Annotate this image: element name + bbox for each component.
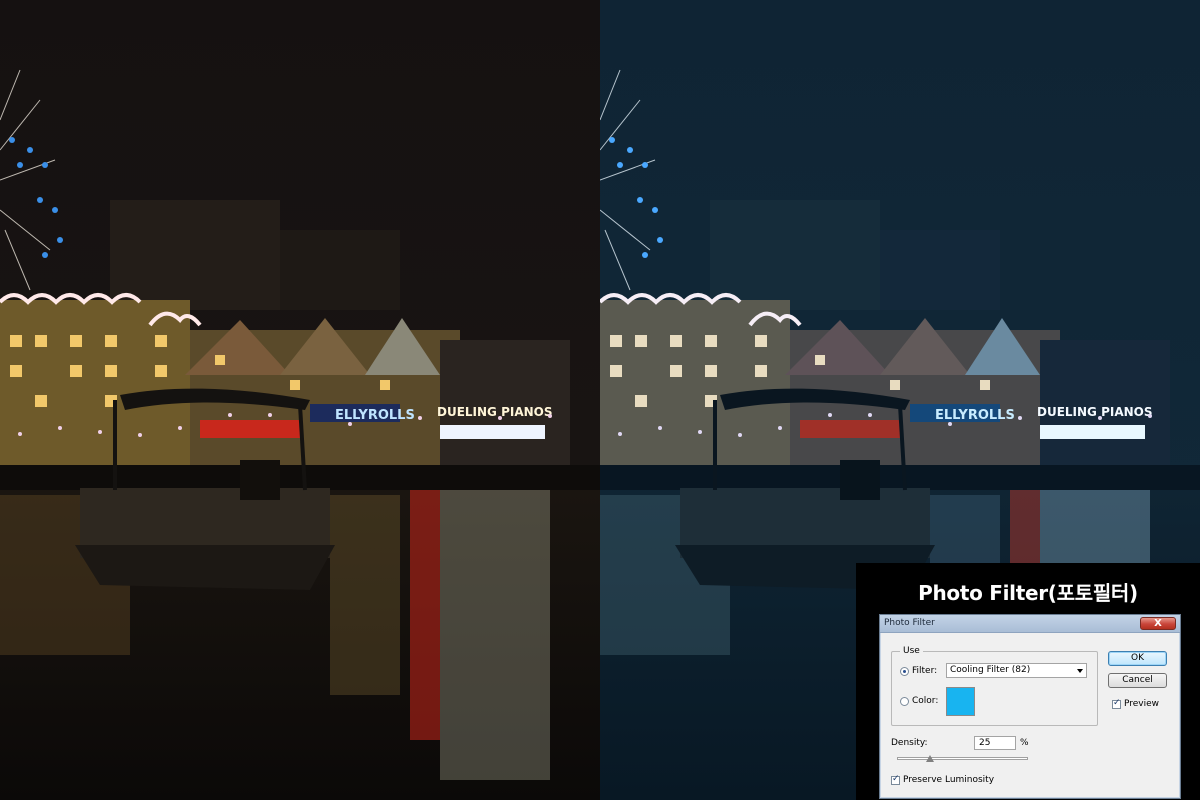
color-radio[interactable] bbox=[900, 697, 909, 706]
dialog-titlebar[interactable]: Photo Filter X bbox=[880, 615, 1180, 633]
density-label: Density: bbox=[891, 738, 928, 748]
photo-filter-dialog: Photo Filter X Use Filter: Cooling Filte… bbox=[879, 614, 1181, 799]
density-input[interactable]: 25 bbox=[974, 736, 1016, 750]
preserve-luminosity-checkbox[interactable] bbox=[891, 774, 900, 785]
filter-radio-label: Filter: bbox=[912, 666, 938, 676]
filter-radio[interactable] bbox=[900, 667, 909, 676]
caption-title: Photo Filter(포토필터) bbox=[918, 581, 1138, 605]
color-swatch[interactable] bbox=[946, 687, 975, 716]
preserve-luminosity-label: Preserve Luminosity bbox=[903, 775, 995, 785]
original-photo: ELLYROLLS DUELING PIANOS bbox=[0, 0, 600, 800]
density-unit: % bbox=[1020, 738, 1029, 748]
use-group-label: Use bbox=[900, 646, 923, 656]
sign-ellyrolls-filtered: ELLYROLLS bbox=[935, 408, 1015, 423]
original-photo-scene: ELLYROLLS DUELING PIANOS bbox=[0, 0, 600, 800]
chevron-down-icon bbox=[1077, 669, 1083, 673]
sign-dueling-pianos-filtered: DUELING PIANOS bbox=[1037, 405, 1153, 419]
sign-dueling-pianos: DUELING PIANOS bbox=[437, 405, 553, 419]
cancel-button[interactable]: Cancel bbox=[1108, 673, 1167, 688]
sign-ellyrolls: ELLYROLLS bbox=[335, 408, 415, 423]
ok-button[interactable]: OK bbox=[1108, 651, 1167, 666]
density-slider-thumb[interactable] bbox=[925, 755, 934, 762]
preview-checkbox[interactable] bbox=[1112, 698, 1121, 709]
dialog-title: Photo Filter bbox=[884, 618, 935, 628]
density-slider-track[interactable] bbox=[897, 757, 1028, 760]
preview-label: Preview bbox=[1124, 699, 1160, 709]
close-button[interactable]: X bbox=[1140, 617, 1176, 630]
filter-select-value: Cooling Filter (82) bbox=[950, 665, 1031, 675]
filter-select[interactable]: Cooling Filter (82) bbox=[946, 663, 1087, 678]
color-radio-label: Color: bbox=[912, 696, 939, 706]
